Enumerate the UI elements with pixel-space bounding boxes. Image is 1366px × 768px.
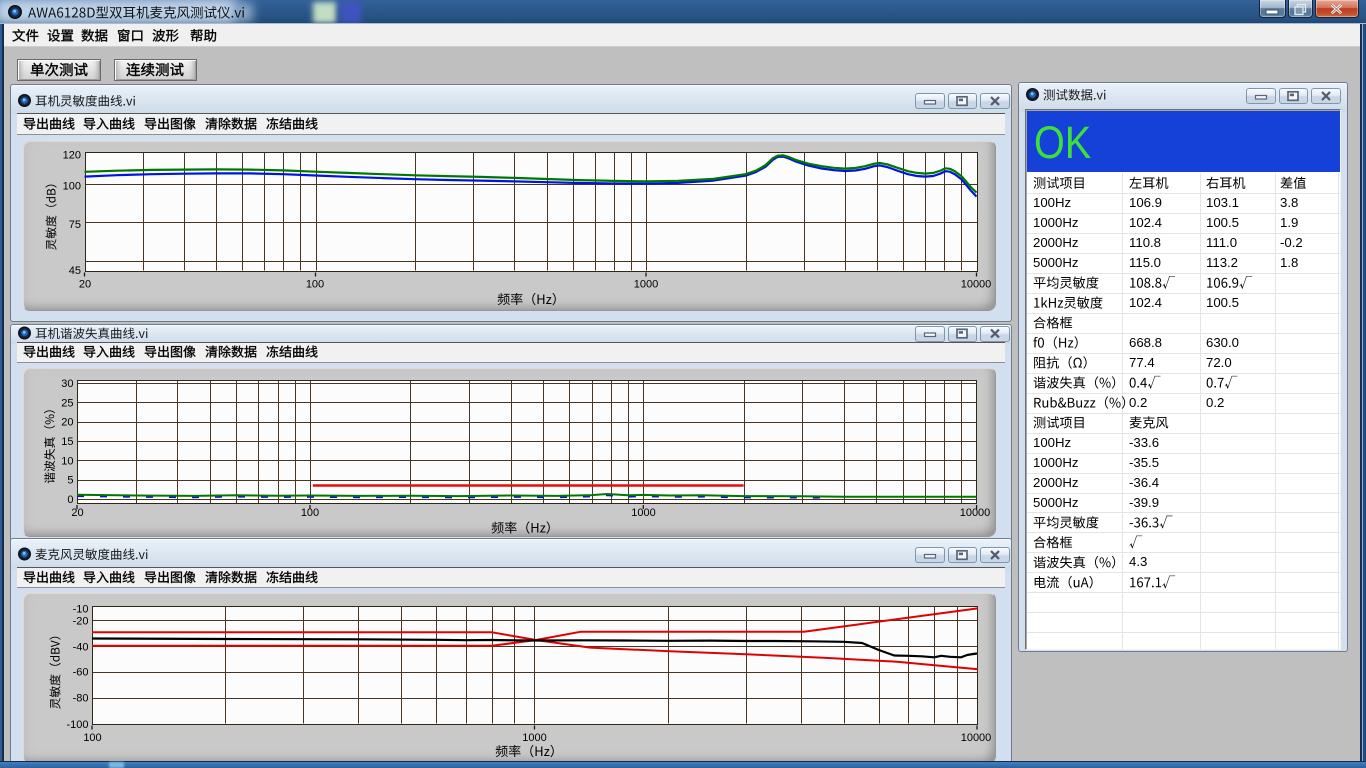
svg-text:5: 5 bbox=[67, 475, 73, 487]
svg-text:1000: 1000 bbox=[522, 732, 546, 744]
svg-text:-20: -20 bbox=[73, 615, 89, 627]
svg-text:1000: 1000 bbox=[631, 507, 655, 519]
svg-text:100: 100 bbox=[63, 181, 81, 193]
svg-text:-10: -10 bbox=[73, 604, 89, 616]
svg-text:-60: -60 bbox=[73, 667, 89, 679]
svg-text:120: 120 bbox=[63, 150, 81, 162]
svg-text:20: 20 bbox=[79, 279, 91, 291]
svg-text:30: 30 bbox=[61, 378, 73, 390]
svg-text:75: 75 bbox=[69, 219, 81, 231]
svg-text:10000: 10000 bbox=[961, 279, 992, 291]
svg-text:10000: 10000 bbox=[961, 732, 992, 744]
svg-text:-40: -40 bbox=[73, 641, 89, 653]
svg-text:0: 0 bbox=[67, 494, 73, 506]
svg-text:20: 20 bbox=[61, 417, 73, 429]
svg-text:100: 100 bbox=[301, 507, 319, 519]
svg-text:100: 100 bbox=[83, 732, 101, 744]
svg-text:45: 45 bbox=[69, 265, 81, 277]
svg-text:25: 25 bbox=[61, 397, 73, 409]
svg-text:1000: 1000 bbox=[634, 279, 658, 291]
svg-text:15: 15 bbox=[61, 436, 73, 448]
svg-text:-80: -80 bbox=[73, 693, 89, 705]
svg-text:10: 10 bbox=[61, 455, 73, 467]
svg-text:10000: 10000 bbox=[960, 507, 991, 519]
svg-text:20: 20 bbox=[71, 507, 83, 519]
svg-text:100: 100 bbox=[306, 279, 324, 291]
svg-text:-100: -100 bbox=[66, 719, 88, 731]
